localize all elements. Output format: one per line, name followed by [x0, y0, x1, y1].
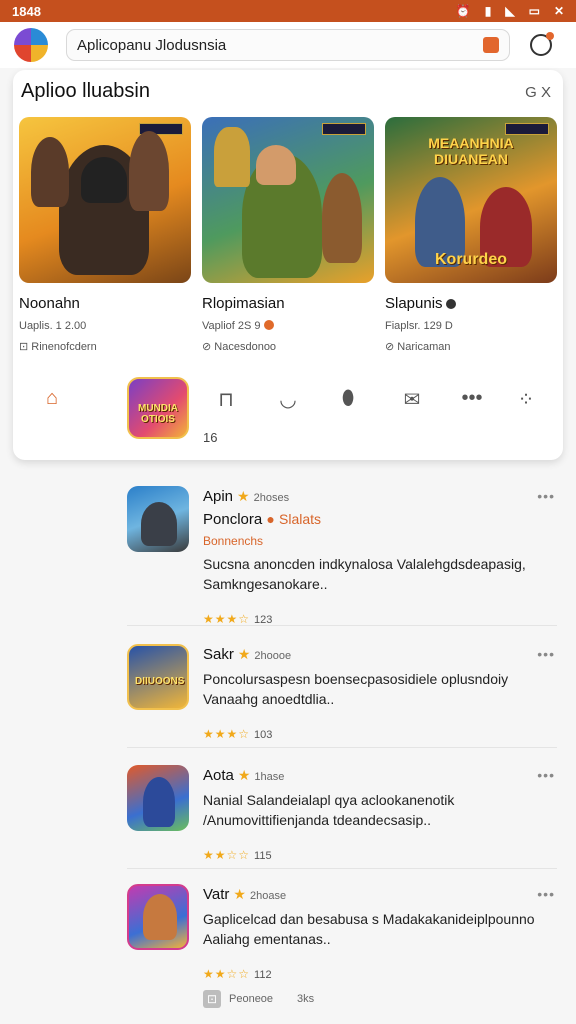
app-icon[interactable]: DIIUOONS: [127, 644, 189, 710]
app-description: Gaplicelcad dan besabusa s Madakakanidei…: [203, 911, 535, 947]
featured-item[interactable]: Rlopimasian Vapliof 2S 9 ⊘ Nacesdonoo: [202, 117, 374, 353]
verified-icon: ●: [266, 511, 275, 527]
star-icon: ★: [237, 646, 251, 662]
app-icon[interactable]: [127, 765, 189, 831]
more-options-icon[interactable]: •••: [537, 488, 555, 504]
top-bar: Aplicopanu Jlodusnsia: [0, 22, 576, 68]
verified-icon: [263, 320, 274, 330]
more-options-icon[interactable]: •••: [537, 767, 555, 783]
app-name: Vatr ★ 2hoase: [203, 886, 287, 903]
featured-item[interactable]: Noonahn Uaplis. 1 2.00 ⊡ Rinenofcdern: [19, 117, 191, 353]
thumb-badge: [505, 123, 549, 135]
app-developer: Ponclora ● Slalats: [203, 511, 322, 528]
bookmark-icon[interactable]: ⊓: [211, 387, 241, 412]
footer: ⊡ Peoneoe 3ks: [203, 990, 314, 1008]
close-icon[interactable]: ✕: [554, 4, 564, 18]
thumb-banner: MEAANHNIA DIUANEAN: [428, 135, 514, 167]
app-category: Bonnenchs: [203, 534, 264, 548]
more-icon[interactable]: •••: [457, 387, 487, 410]
app-rating: ★★☆☆ 112: [203, 967, 272, 981]
app-rating: ★★★☆ 123: [203, 612, 273, 626]
battery-icon: ▭: [528, 4, 540, 18]
search-input[interactable]: Aplicopanu Jlodusnsia: [66, 29, 510, 61]
featured-thumbnail[interactable]: [19, 117, 191, 283]
app-description: Nanial Salandeialapl qya aclookanenotik …: [203, 792, 455, 828]
app-description: Poncolursaspesn boensecpasosidiele oplus…: [203, 671, 509, 707]
card-title: Aplioo lluabsin: [21, 80, 150, 102]
featured-card: Aplioo lluabsin G X Noonahn Uaplis. 1 2.…: [13, 70, 563, 460]
profile-icon[interactable]: [530, 32, 554, 56]
featured-name: Noonahn: [19, 295, 80, 312]
mic-icon[interactable]: [483, 37, 499, 53]
featured-name: Rlopimasian: [202, 295, 285, 312]
featured-meta: Uaplis. 1 2.00: [19, 320, 87, 332]
featured-sub: ⊘ Naricaman: [385, 341, 451, 353]
featured-meta: Vapliof 2S 9: [202, 320, 374, 332]
quick-count: 16: [203, 430, 218, 445]
list-item[interactable]: Apin ★ 2hoses Ponclora ● Slalats Bonnenchs…: [127, 486, 557, 626]
thumb-title: Korurdeo: [435, 251, 507, 268]
status-icons: ⏰ ▮ ◣ ▭ ✕: [456, 4, 564, 18]
footer-label[interactable]: Peoneoe: [229, 993, 273, 1005]
app-name: Sakr ★ 2hoooe: [203, 646, 292, 663]
status-bar: 1848 ⏰ ▮ ◣ ▭ ✕: [0, 0, 576, 22]
alarm-icon: ⏰: [455, 4, 471, 18]
quick-app-icon[interactable]: MUNDIA OTIOIS: [127, 377, 189, 439]
star-icon: ★: [233, 886, 246, 902]
star-icon: ★: [237, 767, 251, 783]
wifi-icon: ◣: [505, 4, 515, 18]
chat-icon[interactable]: ⬮: [333, 387, 363, 410]
page-icon[interactable]: ⊡: [203, 990, 221, 1008]
verified-icon: [445, 299, 456, 309]
signal-icon: ▮: [484, 4, 492, 18]
app-icon[interactable]: [127, 486, 189, 552]
list-item[interactable]: DIIUOONS Sakr ★ 2hoooe Poncolursaspesn boe…: [127, 644, 557, 748]
list-item-body: Apin ★ 2hoses Ponclora ● Slalats Bonnenchs…: [203, 488, 553, 626]
list-item[interactable]: Aota ★ 1hase Nanial Salandeialapl qya aclo…: [127, 765, 557, 869]
star-icon: ★: [237, 488, 250, 504]
app-rating: ★★☆☆ 115: [203, 848, 272, 862]
tray-icon[interactable]: ◡: [273, 387, 303, 412]
thumb-badge: [322, 123, 366, 135]
list-item[interactable]: Vatr ★ 2hoase Gaplicelcad dan besabusa s M…: [127, 884, 557, 981]
app-name: Apin ★ 2hoses: [203, 488, 290, 505]
card-close-button[interactable]: G X: [525, 84, 551, 101]
app-rating: ★★★☆ 103: [203, 727, 273, 741]
featured-thumbnail[interactable]: [202, 117, 374, 283]
app-icon[interactable]: [127, 884, 189, 950]
featured-meta: Fiaplsr. 129 D: [385, 320, 453, 332]
app-name: Aota ★ 1hase: [203, 767, 285, 784]
list-item-body: Sakr ★ 2hoooe Poncolursaspesn boensecpasos…: [203, 646, 553, 741]
featured-name: Slapunis: [385, 295, 557, 312]
app-description: Sucsna anoncden indkynalosa Valalehgdsde…: [203, 556, 526, 592]
list-item-body: Aota ★ 1hase Nanial Salandeialapl qya aclo…: [203, 767, 553, 862]
send-icon[interactable]: ✉: [397, 387, 427, 412]
featured-sub: ⊡ Rinenofcdern: [19, 341, 97, 353]
featured-sub: ⊘ Nacesdonoo: [202, 341, 277, 353]
home-icon[interactable]: ⌂: [37, 387, 67, 410]
status-time: 1848: [12, 3, 41, 19]
featured-item[interactable]: MEAANHNIA DIUANEAN Korurdeo Slapunis Fia…: [385, 117, 557, 353]
app-logo-icon[interactable]: [14, 28, 48, 62]
featured-thumbnail[interactable]: MEAANHNIA DIUANEAN Korurdeo: [385, 117, 557, 283]
search-input-value[interactable]: Aplicopanu Jlodusnsia: [77, 37, 483, 54]
footer-count: 3ks: [297, 993, 315, 1005]
grid-icon[interactable]: ⁘: [511, 387, 541, 412]
more-options-icon[interactable]: •••: [537, 886, 555, 902]
more-options-icon[interactable]: •••: [537, 646, 555, 662]
quick-bar: ⌂ MUNDIA OTIOIS ⊓ ◡ ⬮ ✉ ••• ⁘ 16: [13, 375, 563, 445]
list-item-body: Vatr ★ 2hoase Gaplicelcad dan besabusa s M…: [203, 886, 553, 981]
